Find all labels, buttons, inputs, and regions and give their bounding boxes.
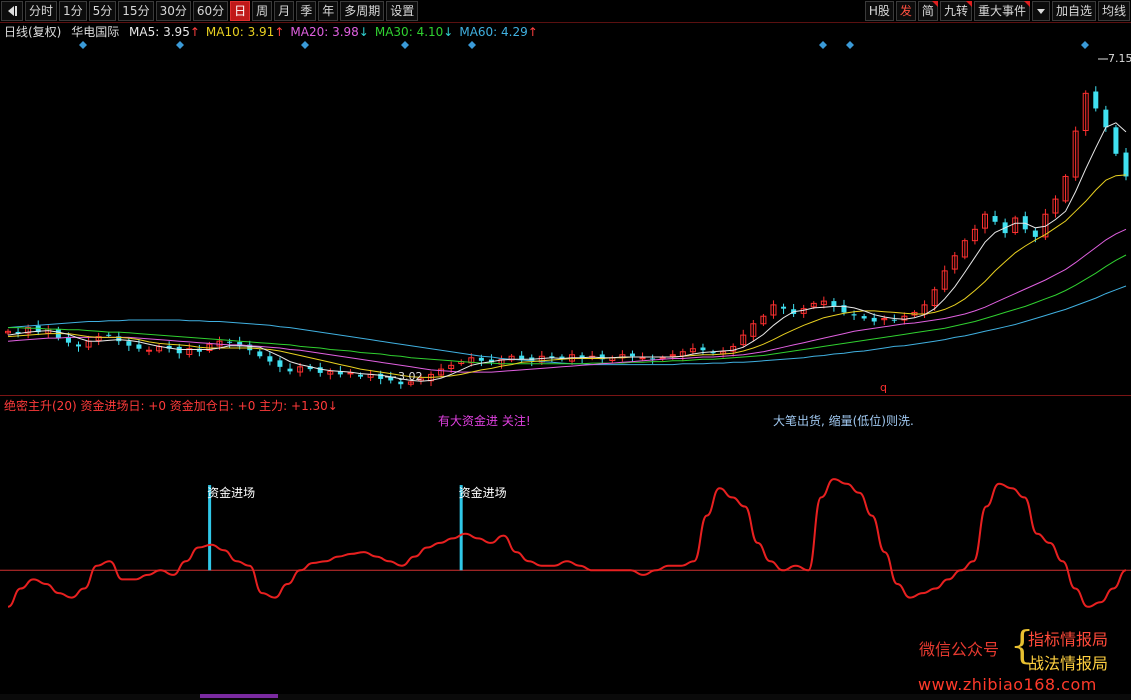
signal-diamond [401, 41, 409, 49]
signal-diamond [301, 41, 309, 49]
candle-body [317, 367, 323, 373]
candle-body [519, 355, 525, 360]
candle-body [146, 349, 153, 352]
candle-body [650, 358, 656, 360]
indicator-curve [7, 478, 1127, 608]
signal-diamond [819, 41, 827, 49]
candle-body [781, 306, 787, 309]
signal-diamond [1081, 41, 1089, 49]
candle-body [1032, 230, 1038, 237]
candle-body [1022, 216, 1028, 230]
candle-body [992, 216, 998, 222]
fund-entry-label: 资金进场 [207, 485, 255, 500]
candle-body [1093, 91, 1099, 109]
candle-body [629, 353, 635, 357]
candle-body [891, 319, 897, 321]
candle-body [257, 351, 263, 357]
candle-body [861, 316, 867, 319]
indicator-legend: 绝密主升(20) 资金进场日: +0 资金加仓日: +0 主力: +1.30↓ [4, 399, 338, 413]
scroll-thumb [200, 694, 278, 698]
panel-divider [0, 395, 1131, 396]
candle-body [267, 356, 273, 362]
watermark-wechat: 微信公众号 [919, 640, 1000, 659]
candle-body [76, 344, 82, 347]
marker-q: q [880, 381, 887, 394]
ma10-line [7, 174, 1127, 378]
candle-body [287, 368, 293, 372]
candle-body [358, 374, 364, 377]
candle-body [851, 314, 857, 316]
ma30-line [8, 254, 1127, 365]
candle-body [478, 357, 484, 361]
watermark-line1: 指标情报局 [1028, 630, 1109, 649]
candle-body [126, 341, 132, 346]
signal-diamond [176, 41, 184, 49]
candle-body [227, 341, 233, 343]
signal-diamond [846, 41, 854, 49]
candle-body [1113, 127, 1119, 154]
ma20-line [7, 228, 1127, 373]
candle-body [388, 377, 394, 381]
candle-body [1123, 152, 1129, 177]
candle-body [831, 301, 837, 307]
candle-body [700, 347, 706, 351]
signal-diamond [468, 41, 476, 49]
candle-body [277, 360, 283, 367]
candle-body [136, 344, 142, 349]
candle-body [106, 334, 112, 336]
candle-body [659, 357, 666, 360]
indicator-note-1: 有大资金进 关注! [438, 413, 531, 428]
candle-body [176, 346, 182, 354]
indicator-note-2: 大笔出货, 缩量(低位)则洗. [773, 413, 914, 428]
candle-body [347, 372, 354, 375]
bottom-strip [0, 694, 1131, 700]
ma5-line [7, 122, 1127, 382]
kline-chart[interactable]: 7.15 3.02 q 资金进场 资金进场 有大资金进 关注! 大笔出货, 缩量(低位)则洗… [0, 0, 1131, 700]
candle-body [871, 317, 877, 322]
signal-diamond [79, 41, 87, 49]
watermark-line2: 战法情报局 [1028, 654, 1109, 673]
candle-body [1103, 109, 1109, 128]
watermark-url: www.zhibiao168.com [918, 675, 1097, 694]
fund-entry-label: 资金进场 [459, 485, 507, 500]
high-price-label: 7.15 [1108, 52, 1131, 65]
low-price-label: 3.02 [398, 370, 423, 383]
candle-body [639, 357, 646, 360]
